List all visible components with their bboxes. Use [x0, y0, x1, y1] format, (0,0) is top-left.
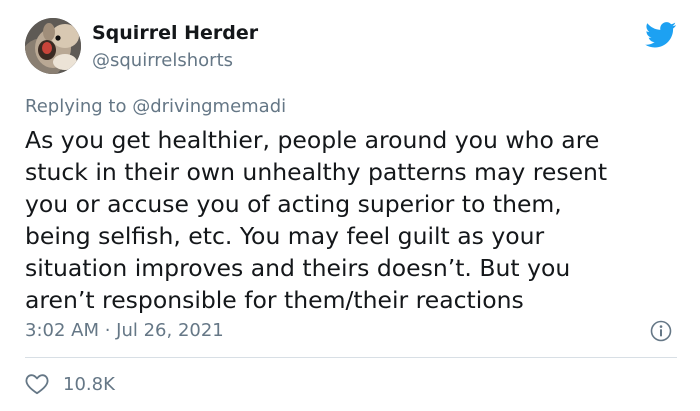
user-handle[interactable]: @squirrelshorts [92, 50, 233, 71]
replying-to-line: Replying to @drivingmemadi [25, 96, 286, 117]
squirrel-avatar-image [25, 18, 81, 74]
divider [25, 357, 677, 358]
display-name[interactable]: Squirrel Herder [92, 22, 258, 44]
tweet-text-line: As you get healthier, people around you … [25, 126, 600, 154]
tweet-text-line: stuck in their own unhealthy patterns ma… [25, 158, 608, 186]
tweet-text-line: situation improves and theirs doesn’t. B… [25, 254, 571, 282]
twitter-bird-icon[interactable] [645, 22, 677, 48]
tweet-text: As you get healthier, people around you … [25, 124, 685, 316]
tweet-timestamp[interactable]: 3:02 AM · Jul 26, 2021 [25, 320, 224, 341]
reply-mention-link[interactable]: @drivingmemadi [132, 96, 286, 117]
tweet-text-line: aren’t responsible for them/their reacti… [25, 286, 524, 314]
replying-to-label: Replying to [25, 96, 127, 117]
like-button[interactable]: 10.8K [25, 371, 115, 397]
tweet-card: Squirrel Herder @squirrelshorts Replying… [0, 0, 700, 411]
tweet-text-line: you or accuse you of acting superior to … [25, 190, 562, 218]
heart-icon [25, 374, 49, 395]
info-icon[interactable] [650, 320, 672, 342]
like-count: 10.8K [63, 373, 115, 395]
avatar[interactable] [25, 18, 81, 74]
tweet-text-line: being selfish, etc. You may feel guilt a… [25, 222, 545, 250]
